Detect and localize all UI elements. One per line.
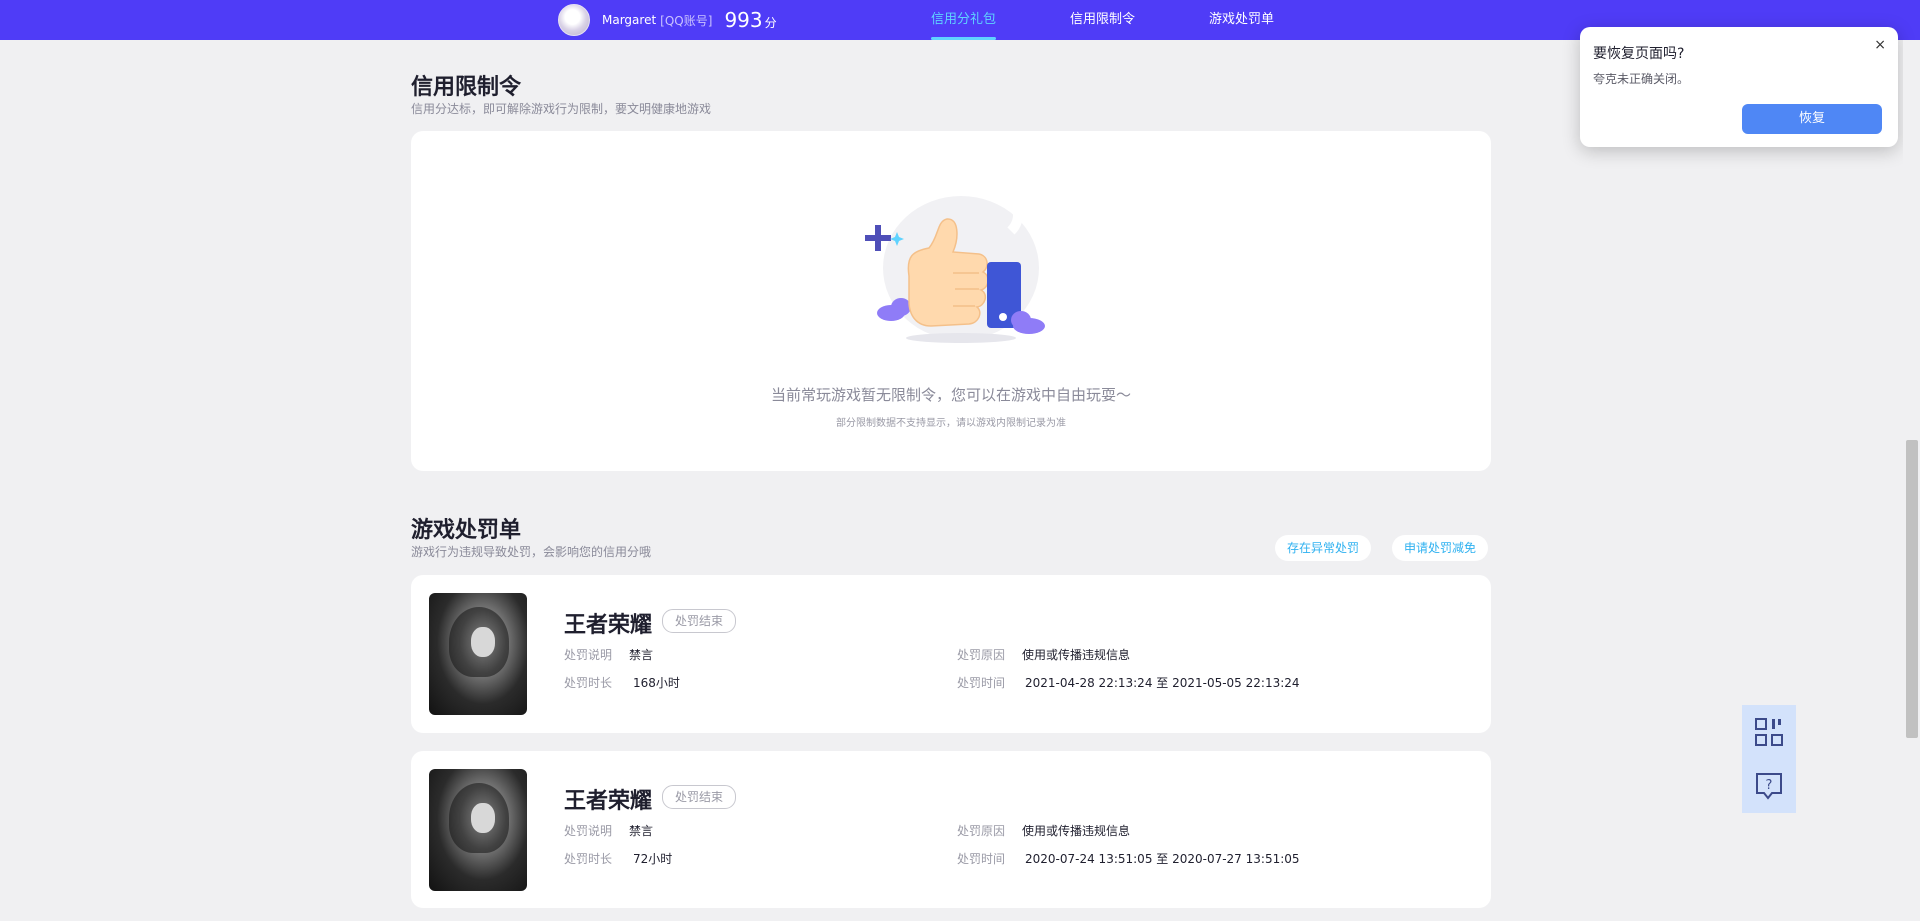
tab-credit-restriction[interactable]: 信用限制令 (1070, 0, 1135, 40)
penalty-subtitle: 游戏行为违规导致处罚，会影响您的信用分哦 (411, 545, 652, 559)
penalty-duration-label: 处罚时长 (564, 676, 613, 690)
game-name: 王者荣耀 (564, 789, 653, 814)
penalty-time-value: 2021-04-28 22:13:24 至 2021-05-05 22:13:2… (1025, 676, 1300, 690)
penalty-time-value: 2020-07-24 13:51:05 至 2020-07-27 13:51:0… (1025, 852, 1300, 866)
restore-page-dialog: 要恢复页面吗? 夸克未正确关闭。 × 恢复 (1580, 27, 1898, 147)
tab-label: 信用分礼包 (931, 12, 997, 27)
account-type: [QQ账号] (660, 13, 713, 28)
restriction-title: 信用限制令 (411, 75, 522, 100)
penalty-duration-label: 处罚时长 (564, 852, 613, 866)
penalty-desc-value: 禁言 (629, 648, 654, 662)
penalty-duration-value: 72小时 (633, 852, 673, 866)
penalty-card: 王者荣耀 处罚结束 处罚说明 禁言 处罚时长 168小时 处罚原因 使用或传播违… (411, 575, 1491, 733)
scrollbar-thumb[interactable] (1906, 440, 1918, 738)
restriction-card: 当前常玩游戏暂无限制令，您可以在游戏中自由玩耍～ 部分限制数据不支持显示，请以游… (411, 131, 1491, 471)
penalty-desc-label: 处罚说明 (564, 648, 613, 662)
avatar[interactable] (558, 4, 590, 36)
qr-code-button[interactable] (1742, 705, 1796, 759)
credit-score: 993 (724, 8, 763, 32)
feedback-glyph: ? (1766, 778, 1773, 793)
game-thumbnail (429, 593, 527, 715)
penalty-card: 王者荣耀 处罚结束 处罚说明 禁言 处罚时长 72小时 处罚原因 使用或传播违规… (411, 751, 1491, 908)
empty-state-message: 当前常玩游戏暂无限制令，您可以在游戏中自由玩耍～ (770, 386, 1131, 404)
tab-credit-gift[interactable]: 信用分礼包 (931, 0, 997, 40)
thumbs-up-illustration (865, 190, 1045, 343)
penalty-reason-value: 使用或传播违规信息 (1022, 648, 1131, 662)
user-info: Margaret [QQ账号] 993 分 (558, 4, 777, 36)
empty-state-note: 部分限制数据不支持显示，请以游戏内限制记录为准 (836, 418, 1066, 429)
feedback-icon: ? (1756, 773, 1782, 800)
penalty-reason-label: 处罚原因 (957, 648, 1006, 662)
penalty-time-label: 处罚时间 (957, 676, 1006, 690)
penalty-reason-value: 使用或传播违规信息 (1022, 824, 1131, 838)
status-badge: 处罚结束 (662, 785, 737, 809)
active-tab-indicator (931, 37, 997, 40)
score-unit: 分 (764, 16, 777, 30)
penalty-title: 游戏处罚单 (411, 518, 522, 543)
tab-game-penalty[interactable]: 游戏处罚单 (1209, 0, 1274, 40)
restriction-subtitle: 信用分达标，即可解除游戏行为限制，要文明健康地游戏 (411, 102, 712, 116)
status-badge: 处罚结束 (662, 609, 737, 633)
apply-penalty-reduction-button[interactable]: 申请处罚减免 (1392, 535, 1489, 561)
report-abnormal-penalty-button[interactable]: 存在异常处罚 (1275, 535, 1372, 561)
restore-button[interactable]: 恢复 (1742, 104, 1882, 134)
qr-code-icon (1755, 718, 1783, 746)
penalty-desc-value: 禁言 (629, 824, 654, 838)
close-icon[interactable]: × (1874, 37, 1886, 53)
game-thumbnail (429, 769, 527, 891)
dialog-title: 要恢复页面吗? (1593, 46, 1685, 62)
tab-label: 信用限制令 (1070, 12, 1136, 27)
scrollbar-track[interactable] (1903, 40, 1920, 921)
penalty-desc-label: 处罚说明 (564, 824, 613, 838)
feedback-button[interactable]: ? (1742, 759, 1796, 813)
penalty-duration-value: 168小时 (633, 676, 680, 690)
game-name: 王者荣耀 (564, 613, 653, 638)
penalty-time-label: 处罚时间 (957, 852, 1006, 866)
penalty-reason-label: 处罚原因 (957, 824, 1006, 838)
dialog-message: 夸克未正确关闭。 (1593, 72, 1690, 86)
tab-label: 游戏处罚单 (1209, 12, 1275, 27)
username: Margaret (602, 13, 657, 27)
